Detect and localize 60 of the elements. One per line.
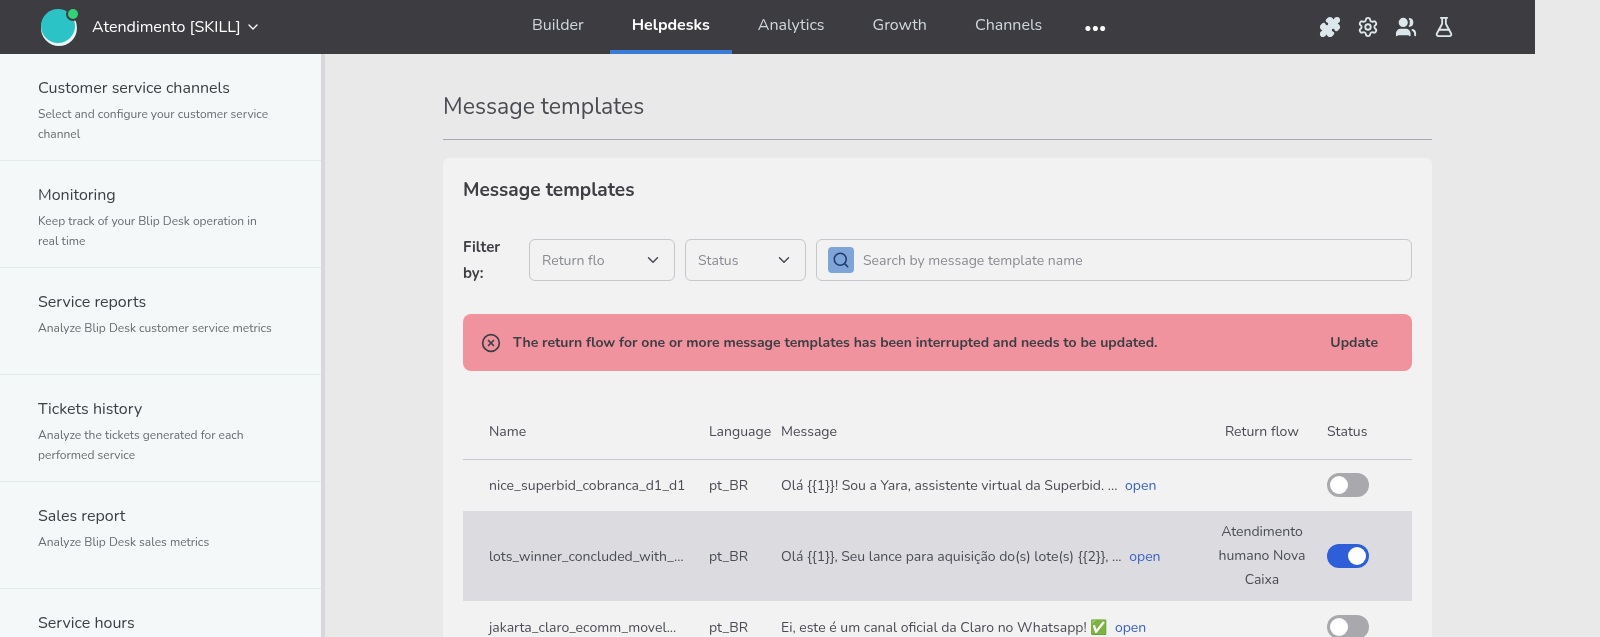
status-toggle[interactable] (1327, 544, 1369, 568)
table-cell: Atendimento humano Nova Caixa (1218, 522, 1306, 589)
settings-icon[interactable] (1357, 16, 1379, 38)
error-icon (481, 332, 501, 353)
sidebar-item-title: Service reports (38, 290, 148, 314)
open-link[interactable]: open (1125, 475, 1157, 495)
sidebar-item[interactable]: Tickets history Analyze the tickets generated for each performed service (0, 375, 321, 482)
nav-tab[interactable]: Analytics (735, 0, 847, 54)
more-button[interactable]: ••• (1068, 0, 1123, 54)
nav-tab[interactable]: Builder (510, 0, 606, 54)
status-toggle[interactable] (1327, 473, 1369, 498)
puzzle-icon[interactable] (1319, 16, 1341, 38)
people-icon[interactable] (1395, 16, 1417, 38)
nav-tab[interactable]: Channels (952, 0, 1065, 54)
search-icon (828, 247, 854, 273)
sidebar-item[interactable]: Service reports Analyze Blip Desk customer service metrics (0, 268, 321, 375)
column-header: Name (489, 422, 527, 442)
status-toggle[interactable] (1327, 615, 1369, 637)
table-row[interactable]: jakarta_claro_ecomm_movel... pt_BR Ei, este é um canal oficial da Claro no Whatsapp! ✅ open (463, 601, 1412, 637)
update-button[interactable]: Update (1330, 332, 1378, 353)
sidebar-item-description: Keep track of your Blip Desk operation in real time (38, 212, 258, 251)
column-header: Status (1327, 422, 1368, 442)
sidebar-item-title: Customer service channels (38, 76, 231, 100)
sidebar-item[interactable]: Service hours (0, 589, 321, 637)
table-cell: pt_BR (709, 475, 748, 495)
sidebar-item-description: Analyze Blip Desk customer service metrics (38, 319, 273, 338)
table-cell: Ei, este é um canal oficial da Claro no Whatsapp! ✅ (781, 617, 1108, 637)
nav-tab[interactable]: Helpdesks (609, 0, 732, 54)
sidebar-item-title: Monitoring (38, 183, 117, 207)
sidebar-item[interactable]: Sales report Analyze Blip Desk sales metrics (0, 482, 321, 589)
column-header: Language (709, 422, 772, 442)
card-title: Message templates (463, 175, 636, 204)
column-header: Return flow (1224, 422, 1300, 442)
sidebar-item-description: Analyze the tickets generated for each performed service (38, 426, 245, 465)
table-row[interactable]: nice_superbid_cobranca_d1_d1 pt_BR Olá {{1}}! Sou a Yara, assistente virtual da Superbid. ... open (463, 459, 1412, 511)
sidebar-item-description: Analyze Blip Desk sales metrics (38, 533, 211, 552)
sidebar-item[interactable]: Customer service channels Select and configure your customer service channel (0, 54, 321, 161)
sidebar-item-description: Select and configure your customer service channel (38, 105, 270, 144)
search-field[interactable]: Search by message template name (816, 239, 1412, 281)
column-header: Message (781, 422, 837, 442)
filter-label: Filter by: (463, 236, 502, 285)
table-cell: pt_BR (709, 617, 748, 637)
flask-icon[interactable] (1433, 16, 1455, 38)
table-cell: jakarta_claro_ecomm_movel... (489, 617, 677, 637)
table-cell: Olá {{1}}, Seu lance para aquisição do(s) lote(s) {{2}}, ... (781, 546, 1122, 566)
nav-tab[interactable]: Growth (850, 0, 949, 54)
table-cell: Olá {{1}}! Sou a Yara, assistente virtual da Superbid. ... (781, 475, 1118, 495)
open-link[interactable]: open (1129, 546, 1161, 566)
table-cell: nice_superbid_cobranca_d1_d1 (489, 475, 686, 495)
workspace-dropdown[interactable]: Atendimento [SKILL] (92, 15, 261, 39)
alert-message: The return flow for one or more message templates has been interrupted and needs to be updated. (513, 332, 1158, 353)
table-cell: pt_BR (709, 546, 748, 566)
sidebar-item-title: Sales report (38, 504, 127, 528)
sidebar-item-title: Tickets history (38, 397, 144, 421)
sidebar-item[interactable]: Monitoring Keep track of your Blip Desk operation in real time (0, 161, 321, 268)
logo-icon (40, 7, 80, 47)
table-cell: lots_winner_concluded_with_... (489, 546, 684, 566)
sidebar-item-title: Service hours (38, 611, 136, 635)
page-title: Message templates (443, 54, 1432, 140)
open-link[interactable]: open (1114, 617, 1147, 637)
